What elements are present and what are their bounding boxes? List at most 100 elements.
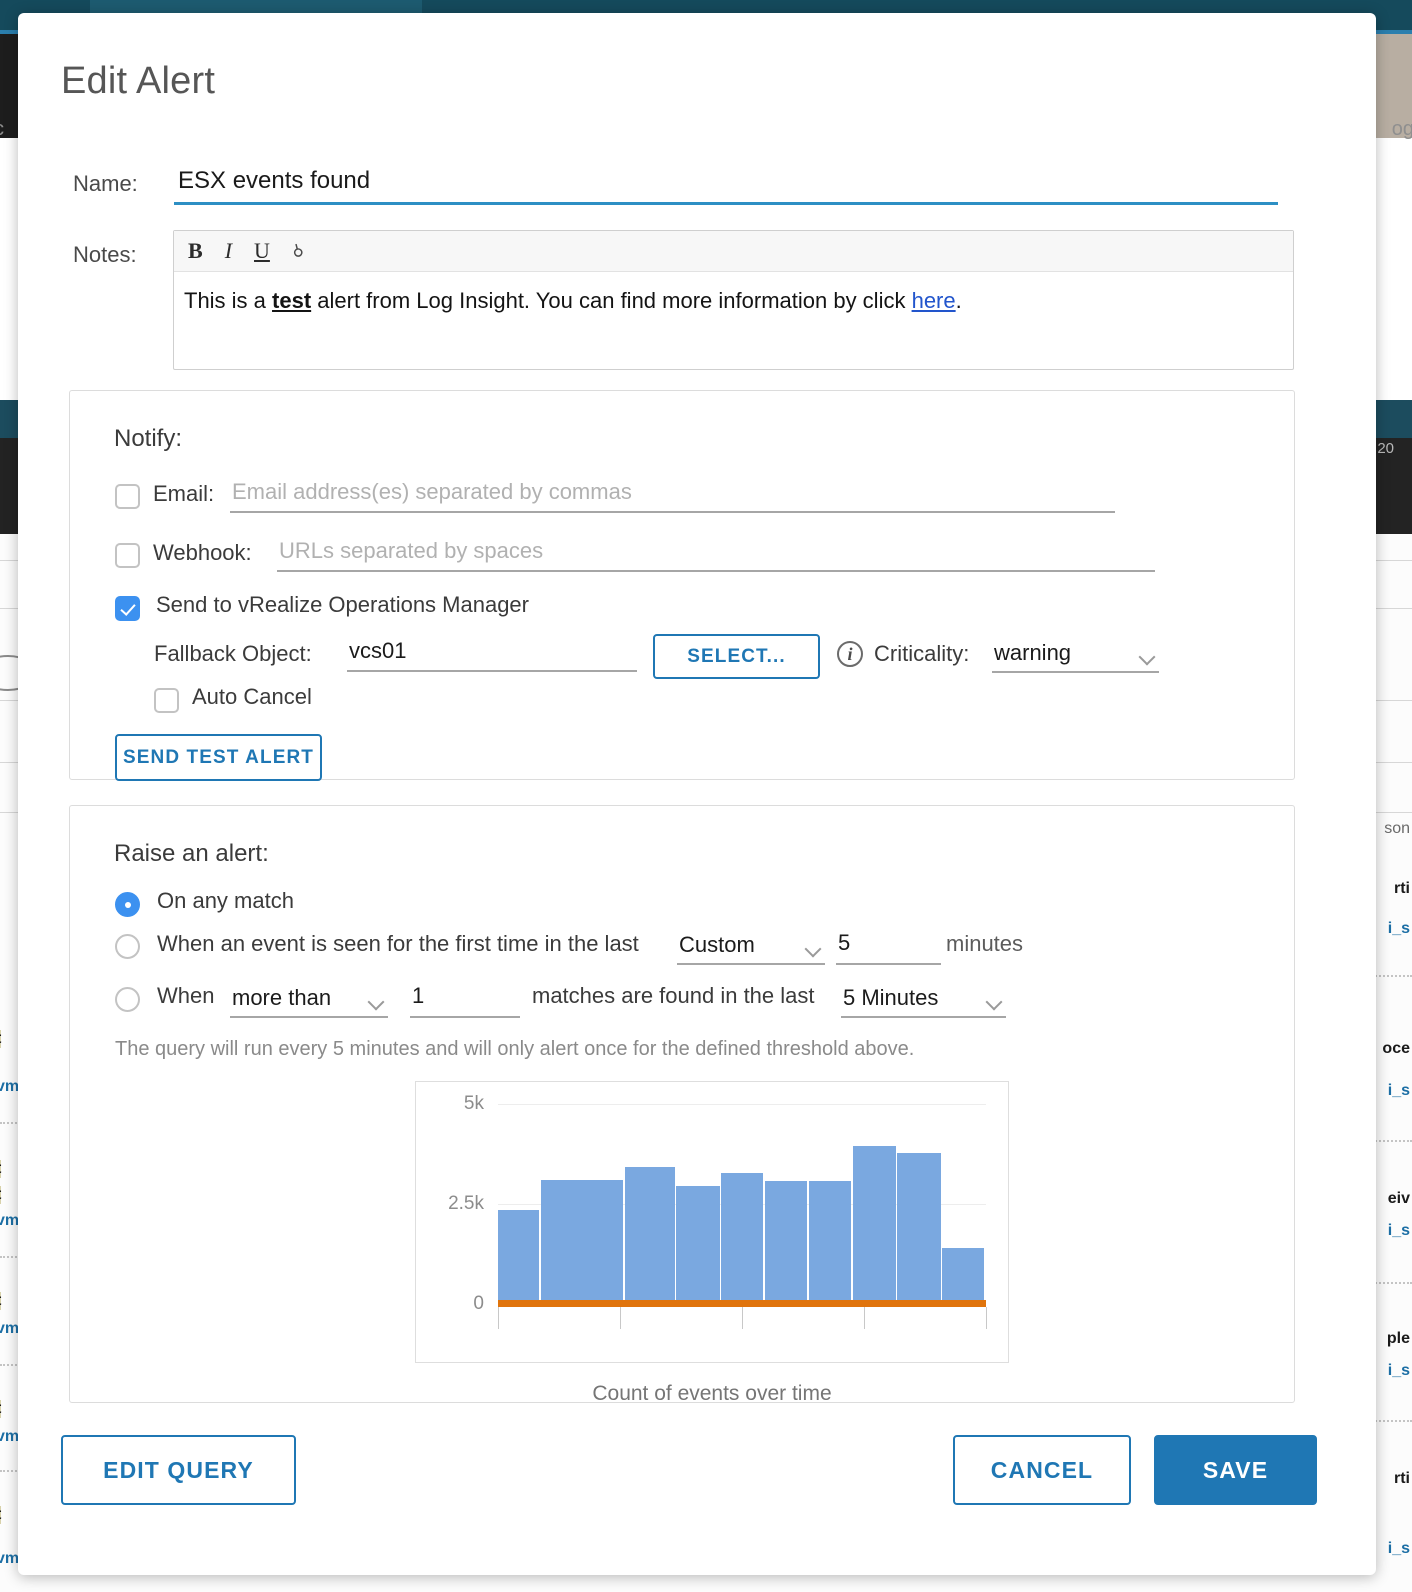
bold-icon[interactable]: B	[188, 240, 203, 262]
time-window-select[interactable]: 5 Minutes	[841, 981, 1006, 1018]
notes-link[interactable]: here	[912, 288, 956, 313]
notes-text-suffix: .	[956, 288, 962, 313]
chart-threshold-line	[498, 1300, 986, 1307]
email-checkbox[interactable]	[115, 484, 140, 509]
match-count-input[interactable]	[410, 981, 520, 1018]
chart-y-tick-label: 2.5k	[416, 1193, 484, 1215]
chevron-down-icon	[987, 996, 1004, 1006]
name-label: Name:	[73, 171, 138, 197]
chart-bar	[765, 1181, 807, 1304]
on-any-match-label: On any match	[157, 888, 294, 914]
events-chart: 02.5k5k Count of events over time	[415, 1081, 1009, 1363]
criticality-label: Criticality:	[874, 641, 969, 667]
chevron-down-icon	[806, 943, 823, 953]
background-link: vm	[0, 1078, 19, 1096]
threshold-when-label: When	[157, 983, 214, 1009]
chart-gridline	[498, 1104, 986, 1105]
background-token: ple	[1387, 1330, 1410, 1348]
save-button[interactable]: SAVE	[1154, 1435, 1317, 1505]
info-icon[interactable]: i	[837, 641, 863, 667]
chart-x-tick	[742, 1307, 743, 1329]
chart-x-tick	[986, 1307, 987, 1329]
chart-bar	[625, 1167, 675, 1304]
background-link: i_s	[1388, 920, 1410, 938]
time-window-value: 5 Minutes	[843, 985, 938, 1011]
query-helper-text: The query will run every 5 minutes and w…	[115, 1038, 914, 1061]
radio-threshold[interactable]	[115, 987, 140, 1012]
send-to-vrops-label: Send to vRealize Operations Manager	[156, 592, 529, 618]
chart-bar	[897, 1153, 940, 1304]
underline-icon[interactable]: U	[254, 240, 270, 262]
chart-bar	[498, 1210, 539, 1304]
background-dotted-divider	[1372, 1420, 1412, 1422]
select-object-button[interactable]: SELECT...	[653, 634, 820, 679]
radio-first-time-seen[interactable]	[115, 934, 140, 959]
period-select[interactable]: Custom	[677, 928, 825, 965]
dialog-title: Edit Alert	[61, 60, 215, 103]
background-link: vm	[0, 1212, 19, 1230]
webhook-input[interactable]	[277, 536, 1155, 572]
background-dotted-divider	[1372, 1282, 1412, 1284]
chart-caption: Count of events over time	[416, 1382, 1008, 1406]
background-link: vm	[0, 1320, 19, 1338]
cancel-button[interactable]: CANCEL	[953, 1435, 1131, 1505]
radio-on-any-match[interactable]	[115, 892, 140, 917]
send-to-vrops-checkbox[interactable]	[115, 596, 140, 621]
background-time-label: 20	[1377, 440, 1394, 457]
first-time-seen-label: When an event is seen for the first time…	[157, 931, 639, 957]
chart-bar	[809, 1181, 851, 1304]
background-token: t	[0, 1186, 1, 1204]
background-edge-text-right: og	[1392, 118, 1412, 141]
comparator-select[interactable]: more than	[230, 981, 388, 1018]
minutes-label: minutes	[946, 931, 1023, 957]
chart-bar	[721, 1173, 763, 1304]
background-token: t	[0, 1030, 1, 1048]
period-amount-input[interactable]	[836, 928, 941, 965]
chart-y-tick-label: 0	[416, 1293, 484, 1315]
notes-editor[interactable]: B I U ☌ This is a test alert from Log In…	[173, 230, 1294, 370]
edit-query-button[interactable]: EDIT QUERY	[61, 1435, 296, 1505]
background-token: eiv	[1388, 1190, 1410, 1208]
background-dotted-divider	[1372, 975, 1412, 977]
link-icon[interactable]: ☌	[288, 241, 308, 261]
email-input[interactable]	[230, 477, 1115, 513]
send-test-alert-button[interactable]: SEND TEST ALERT	[115, 734, 322, 781]
chart-bar	[853, 1146, 896, 1304]
webhook-checkbox[interactable]	[115, 543, 140, 568]
notify-panel: Notify: Email: Webhook: Send to vRealize…	[69, 390, 1295, 780]
background-token: rti	[1394, 1470, 1410, 1488]
chart-y-tick-label: 5k	[416, 1093, 484, 1115]
fallback-object-input[interactable]	[347, 636, 637, 672]
criticality-select[interactable]: warning	[992, 636, 1159, 673]
background-token: t	[0, 1160, 1, 1178]
background-edge-text-left: c	[0, 118, 4, 141]
webhook-label: Webhook:	[153, 540, 252, 566]
background-token: oce	[1382, 1040, 1410, 1058]
background-token: t	[0, 1292, 1, 1310]
notes-text-bold: test	[272, 288, 311, 313]
background-token: son	[1384, 820, 1410, 838]
chevron-down-icon	[369, 996, 386, 1006]
email-label: Email:	[153, 481, 214, 507]
background-link: vm	[0, 1428, 19, 1446]
background-link: i_s	[1388, 1362, 1410, 1380]
background-dotted-divider	[1372, 1140, 1412, 1142]
notes-text-prefix: This is a	[184, 288, 272, 313]
chevron-down-icon	[1140, 651, 1157, 661]
chart-bar	[541, 1180, 623, 1304]
criticality-value: warning	[994, 640, 1071, 666]
italic-icon[interactable]: I	[225, 240, 232, 262]
alert-name-input[interactable]	[174, 163, 1278, 205]
background-token: t	[0, 1400, 1, 1418]
background-link: vm	[0, 1550, 19, 1568]
auto-cancel-checkbox[interactable]	[154, 688, 179, 713]
chart-bar	[676, 1186, 719, 1304]
background-link: i_s	[1388, 1540, 1410, 1558]
background-token: t	[0, 1506, 1, 1524]
notes-content[interactable]: This is a test alert from Log Insight. Y…	[174, 272, 1293, 316]
chart-x-tick	[620, 1307, 621, 1329]
auto-cancel-label: Auto Cancel	[192, 684, 312, 710]
fallback-object-label: Fallback Object:	[154, 641, 312, 667]
matches-found-label: matches are found in the last	[532, 983, 815, 1009]
notes-toolbar: B I U ☌	[174, 231, 1293, 272]
